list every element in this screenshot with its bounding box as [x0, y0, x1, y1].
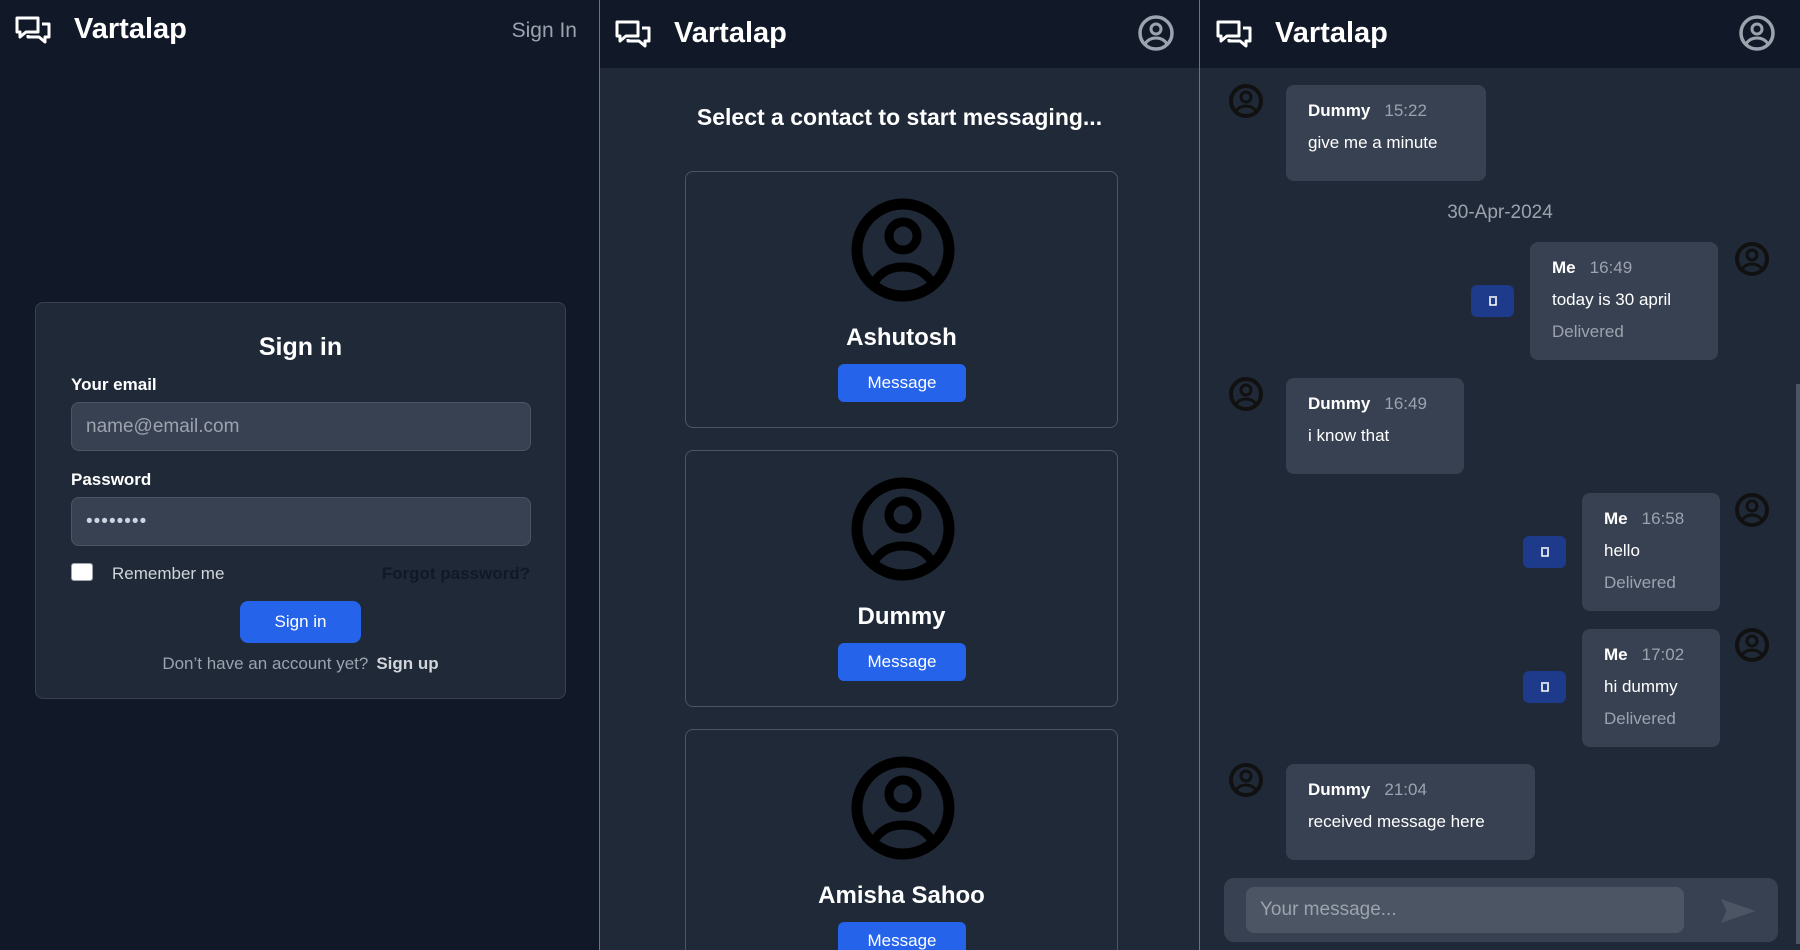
- message-button[interactable]: Message: [838, 922, 966, 950]
- message-text: i know that: [1308, 426, 1390, 445]
- message-status: Delivered: [1552, 322, 1624, 341]
- message-meta: Dummy 16:49: [1308, 394, 1442, 414]
- trash-icon: [1488, 296, 1497, 306]
- email-label: Your email: [71, 375, 157, 394]
- signin-button[interactable]: Sign in: [240, 601, 361, 643]
- message-sender: Me: [1604, 509, 1628, 528]
- message-bubble-incoming: Dummy 21:04 received message here: [1286, 764, 1535, 860]
- delete-message-button[interactable]: [1523, 671, 1566, 703]
- user-circle-icon: [1735, 242, 1769, 276]
- password-label: Password: [71, 470, 152, 489]
- message-bubble-outgoing: Me 16:58 hello Delivered: [1582, 493, 1720, 611]
- message-text: hi dummy: [1604, 677, 1678, 696]
- message-time: 16:49: [1384, 394, 1427, 413]
- user-circle-icon: [851, 756, 955, 860]
- message-text: today is 30 april: [1552, 290, 1672, 309]
- signin-card: Sign in Your email name@email.com Passwo…: [35, 302, 566, 699]
- contact-name: Ashutosh: [846, 324, 957, 351]
- message-bubble-outgoing: Me 16:49 today is 30 april Delivered: [1530, 242, 1718, 360]
- user-circle-icon: [1735, 628, 1769, 662]
- message-status: Delivered: [1604, 709, 1676, 728]
- scrollbar[interactable]: [1796, 68, 1800, 950]
- brand[interactable]: Vartalap: [614, 17, 787, 50]
- contact-card: Ashutosh Message: [685, 171, 1118, 428]
- contact-card: Dummy Message: [685, 450, 1118, 707]
- message-status: Delivered: [1604, 573, 1676, 592]
- user-circle-icon[interactable]: [1736, 15, 1778, 51]
- message-bubble-incoming: Dummy 16:49 i know that: [1286, 378, 1464, 474]
- nav-signin-link[interactable]: Sign In: [512, 19, 577, 43]
- contacts-screen: Vartalap Select a contact to start messa…: [600, 0, 1199, 950]
- delete-message-button[interactable]: [1471, 285, 1514, 317]
- chat-screen: Vartalap Dummy 15:22 give me a minute 30-…: [1200, 0, 1800, 950]
- top-bar: Vartalap: [600, 0, 1199, 68]
- message-time: 17:02: [1641, 645, 1685, 664]
- user-circle-icon: [1229, 84, 1263, 118]
- message-composer: Your message...: [1224, 878, 1778, 942]
- signup-link[interactable]: Sign up: [376, 654, 438, 673]
- brand-name: Vartalap: [1275, 17, 1388, 49]
- chat-bubbles-icon: [615, 20, 651, 47]
- message-time: 16:58: [1641, 509, 1685, 528]
- message-time: 15:22: [1384, 101, 1427, 120]
- date-separator: 30-Apr-2024: [1447, 202, 1553, 223]
- brand-name: Vartalap: [74, 13, 187, 45]
- trash-icon: [1540, 682, 1549, 692]
- trash-icon: [1540, 547, 1549, 557]
- message-bubble-outgoing: Me 17:02 hi dummy Delivered: [1582, 629, 1720, 747]
- message-sender: Me: [1604, 645, 1628, 664]
- message-text: hello: [1604, 541, 1640, 560]
- password-field[interactable]: ••••••••: [71, 497, 531, 546]
- message-meta: Dummy 21:04: [1308, 780, 1513, 800]
- chat-bubbles-icon: [15, 16, 51, 43]
- user-circle-icon[interactable]: [1135, 15, 1177, 51]
- message-meta: Me 16:58: [1604, 509, 1698, 529]
- brand-name: Vartalap: [674, 17, 787, 49]
- signin-title: Sign in: [258, 333, 343, 361]
- message-meta: Me 16:49: [1552, 258, 1696, 278]
- message-sender: Me: [1552, 258, 1576, 277]
- brand[interactable]: Vartalap: [14, 13, 187, 46]
- brand[interactable]: Vartalap: [1215, 17, 1388, 50]
- message-input[interactable]: Your message...: [1246, 887, 1684, 933]
- send-icon[interactable]: [1720, 898, 1756, 924]
- message-sender: Dummy: [1308, 101, 1371, 120]
- message-sender: Dummy: [1308, 780, 1371, 799]
- scrollbar-thumb[interactable]: [1796, 384, 1800, 944]
- chat-bubbles-icon: [1216, 20, 1252, 47]
- delete-message-button[interactable]: [1523, 536, 1566, 568]
- message-button[interactable]: Message: [838, 643, 966, 681]
- signin-screen: Vartalap Sign In Sign in Your email name…: [0, 0, 599, 950]
- message-time: 21:04: [1384, 780, 1427, 799]
- remember-checkbox[interactable]: [71, 563, 93, 581]
- message-text: give me a minute: [1308, 133, 1438, 152]
- message-bubble-incoming: Dummy 15:22 give me a minute: [1286, 85, 1486, 181]
- contact-name: Dummy: [857, 603, 946, 630]
- user-circle-icon: [1229, 377, 1263, 411]
- message-meta: Dummy 15:22: [1308, 101, 1464, 121]
- user-circle-icon: [851, 477, 955, 581]
- email-field[interactable]: name@email.com: [71, 402, 531, 451]
- select-contact-title: Select a contact to start messaging...: [696, 104, 1103, 130]
- message-button[interactable]: Message: [838, 364, 966, 402]
- contact-card: Amisha Sahoo Message: [685, 729, 1118, 950]
- no-account-text: Don’t have an account yet?: [162, 654, 369, 673]
- user-circle-icon: [1735, 493, 1769, 527]
- message-time: 16:49: [1589, 258, 1633, 277]
- message-text: received message here: [1308, 812, 1485, 831]
- remember-label: Remember me: [112, 564, 225, 583]
- message-sender: Dummy: [1308, 394, 1371, 413]
- signup-prompt: Don’t have an account yet? Sign up: [36, 654, 565, 674]
- user-circle-icon: [1229, 763, 1263, 797]
- user-circle-icon: [851, 198, 955, 302]
- message-meta: Me 17:02: [1604, 645, 1698, 665]
- top-bar: Vartalap: [1200, 0, 1800, 68]
- forgot-password-link[interactable]: Forgot password?: [382, 564, 530, 584]
- contact-name: Amisha Sahoo: [818, 882, 985, 909]
